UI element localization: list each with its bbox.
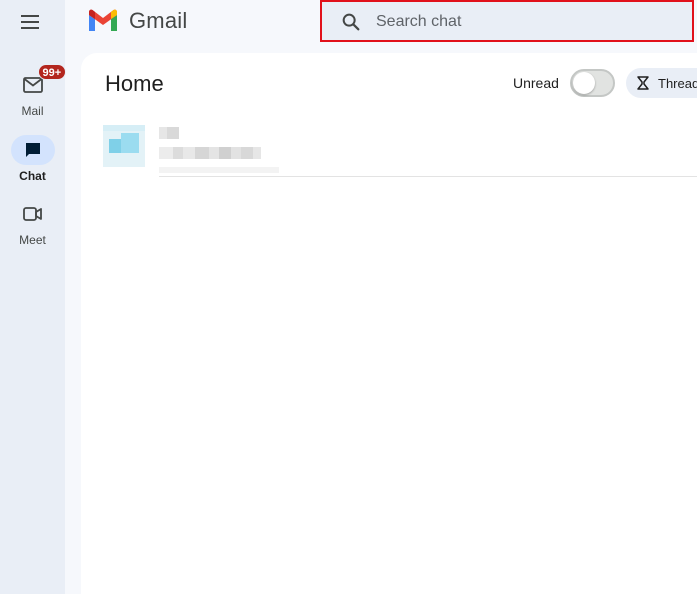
nav-pill-mail: 99+ [11, 64, 67, 100]
conversation-name-redacted [159, 127, 179, 139]
hamburger-menu-icon [21, 15, 39, 29]
chat-home-panel: Home Unread Threads [81, 53, 697, 594]
unread-filter-label: Unread [513, 75, 559, 91]
search-field-container [324, 4, 690, 38]
left-nav-rail: 99+ Mail Chat Meet [0, 0, 67, 594]
threads-label: Threads [658, 75, 697, 91]
unread-toggle[interactable] [570, 69, 615, 97]
main-menu-button[interactable] [14, 8, 48, 36]
row-divider [159, 176, 697, 177]
conversation-meta-redacted [159, 167, 279, 173]
nav-item-chat[interactable]: Chat [0, 135, 65, 183]
gmail-m-logo-icon [89, 9, 117, 31]
gmail-logo[interactable]: Gmail [87, 8, 187, 34]
threads-button[interactable]: Threads [626, 68, 697, 98]
nav-pill-meet [11, 199, 55, 229]
threads-icon [637, 76, 649, 90]
conversation-preview-redacted [159, 147, 261, 159]
gmail-wordmark: Gmail [129, 8, 188, 33]
nav-label-chat: Chat [19, 169, 46, 183]
mail-icon [22, 77, 43, 93]
video-camera-icon [22, 207, 42, 221]
chat-icon [25, 143, 40, 157]
conversation-avatar [103, 125, 145, 167]
nav-label-meet: Meet [19, 233, 46, 247]
conversation-row[interactable] [103, 125, 697, 177]
page-title: Home [105, 71, 164, 96]
search-icon[interactable] [340, 11, 362, 33]
nav-label-mail: Mail [21, 104, 44, 118]
search-chat-input[interactable] [376, 10, 676, 34]
search-bar [320, 0, 694, 42]
unread-toggle-knob [573, 72, 595, 94]
nav-pill-chat [10, 135, 55, 165]
unread-count-badge: 99+ [37, 64, 67, 80]
nav-item-meet[interactable]: Meet [0, 199, 65, 247]
nav-item-mail[interactable]: 99+ Mail [0, 64, 67, 118]
